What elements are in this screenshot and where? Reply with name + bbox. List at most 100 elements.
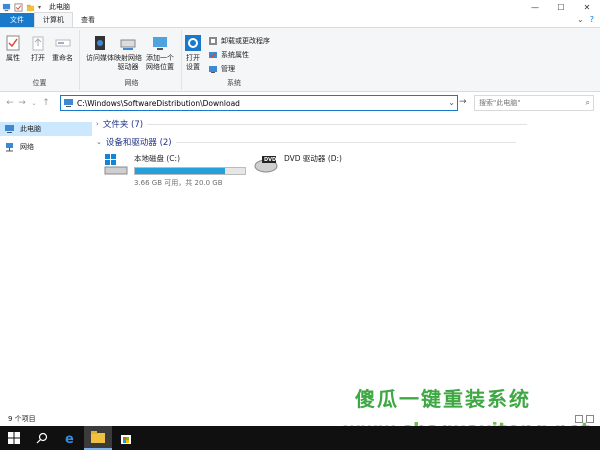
up-arrow-icon[interactable]: ↑	[40, 98, 52, 108]
add-network-location-button[interactable]: 添加一个 网络位置	[146, 34, 174, 72]
nav-item-network[interactable]: 网络	[0, 140, 92, 154]
nav-item-label: 网络	[20, 143, 34, 151]
window-title: 此电脑	[49, 3, 71, 11]
uninstall-icon	[209, 37, 217, 45]
uninstall-label: 卸载或更改程序	[221, 37, 270, 45]
drive-c-usage-bar	[134, 167, 246, 175]
folders-header-label: 文件夹 (7)	[102, 120, 144, 130]
nav-item-label: 此电脑	[20, 125, 41, 133]
computer-icon	[5, 124, 14, 133]
access-media-button[interactable]: 访问媒体	[86, 34, 114, 63]
title-bar: ▾ 此电脑 — ☐ ✕	[0, 0, 600, 14]
system-properties-label: 系统属性	[221, 51, 249, 59]
content-area: › 文件夹 (7) ⌄ 设备和驱动器 (2) 本地磁盘 (C:) 3.66 GB…	[94, 116, 600, 412]
qat-dropdown-icon[interactable]: ▾	[38, 4, 41, 11]
media-icon	[95, 36, 105, 50]
manage-icon	[209, 66, 217, 73]
add-location-label: 添加一个 网络位置	[146, 54, 174, 71]
expand-ribbon-icon[interactable]: ⌄	[577, 15, 584, 24]
start-button[interactable]	[0, 426, 28, 450]
close-button[interactable]: ✕	[574, 0, 600, 14]
nav-item-this-pc[interactable]: 此电脑	[0, 122, 92, 136]
quick-access-toolbar: ▾	[0, 2, 41, 12]
system-properties-button[interactable]: 系统属性	[208, 50, 249, 60]
forward-arrow-icon[interactable]: →	[16, 98, 28, 108]
drive-c-name: 本地磁盘 (C:)	[134, 154, 180, 163]
window-controls: — ☐ ✕	[522, 0, 600, 14]
search-input[interactable]	[479, 99, 579, 107]
properties-icon	[6, 35, 20, 51]
divider	[147, 123, 528, 125]
search-box[interactable]: ⌕	[474, 95, 594, 111]
drive-c-details: 3.66 GB 可用，共 20.0 GB	[134, 179, 223, 187]
properties-check-icon[interactable]	[14, 2, 23, 12]
tab-computer[interactable]: 计算机	[34, 12, 73, 27]
navigation-pane: 此电脑 网络	[0, 116, 92, 412]
properties-label: 属性	[6, 54, 20, 62]
manage-button[interactable]: 管理	[208, 64, 235, 74]
drive-c[interactable]: 本地磁盘 (C:) 3.66 GB 可用，共 20.0 GB	[104, 152, 246, 188]
recent-chevron-down-icon[interactable]: ⌄	[28, 100, 40, 107]
go-arrow-icon[interactable]: →	[459, 97, 467, 107]
open-label: 打开	[31, 54, 45, 62]
network-icon	[6, 142, 13, 151]
rename-label: 重命名	[52, 54, 73, 62]
rename-button[interactable]: 重命名	[52, 34, 73, 63]
dvd-badge-text: DVD	[264, 157, 277, 163]
chevron-right-icon: ›	[96, 120, 99, 128]
system-properties-icon	[209, 52, 217, 58]
rename-icon	[55, 39, 70, 47]
tab-file[interactable]: 文件	[0, 13, 34, 27]
svg-text:e: e	[65, 432, 74, 445]
store-bag-icon	[121, 435, 131, 444]
open-icon	[32, 36, 44, 51]
drive-d-name: DVD 驱动器 (D:)	[284, 154, 342, 163]
group-system: 打开 设置 卸载或更改程序 系统属性 管理 系统	[184, 30, 284, 90]
address-input[interactable]	[77, 98, 447, 108]
settings-gear-icon	[185, 35, 201, 51]
computer-icon	[64, 98, 73, 107]
devices-header-label: 设备和驱动器 (2)	[105, 138, 172, 148]
computer-icon[interactable]	[2, 3, 11, 12]
search-taskbar-button[interactable]	[28, 426, 56, 450]
group-network: 访问媒体 映射网络 驱动器 添加一个 网络位置 网络	[82, 30, 182, 90]
open-settings-label: 打开 设置	[186, 54, 200, 71]
group-header-devices[interactable]: ⌄ 设备和驱动器 (2)	[96, 136, 516, 148]
group-label-network: 网络	[124, 79, 139, 87]
address-dropdown-icon[interactable]: ⌄	[448, 98, 455, 107]
store-button[interactable]	[112, 426, 140, 450]
group-label-system: 系统	[227, 79, 241, 87]
uninstall-button[interactable]: 卸载或更改程序	[208, 36, 270, 46]
maximize-button[interactable]: ☐	[548, 0, 574, 14]
map-drive-label: 映射网络 驱动器	[114, 54, 142, 71]
properties-button[interactable]: 属性	[4, 34, 22, 63]
network-location-icon	[153, 37, 167, 50]
group-header-folders[interactable]: › 文件夹 (7)	[96, 118, 528, 130]
drive-d[interactable]: DVD DVD 驱动器 (D:)	[254, 152, 342, 176]
taskbar: e	[0, 426, 600, 450]
help-icon[interactable]: ?	[590, 15, 594, 24]
map-drive-button[interactable]: 映射网络 驱动器	[114, 34, 142, 72]
divider	[175, 141, 516, 143]
minimize-button[interactable]: —	[522, 0, 548, 14]
address-row: ← → ⌄ ↑ ⌄ → ⌕	[0, 92, 600, 114]
network-drive-icon	[120, 39, 136, 50]
drive-c-usage-fill	[135, 168, 225, 174]
search-icon[interactable]: ⌕	[586, 98, 590, 108]
group-location: 属性 打开 重命名 位置	[0, 30, 80, 90]
open-button[interactable]: 打开	[29, 34, 47, 63]
windows-logo-icon	[8, 432, 20, 444]
file-explorer-button[interactable]	[84, 426, 112, 450]
back-arrow-icon[interactable]: ←	[4, 98, 16, 108]
new-folder-icon[interactable]	[26, 3, 35, 12]
address-bar[interactable]: ⌄	[60, 95, 458, 111]
edge-button[interactable]: e	[56, 426, 84, 450]
item-count: 9 个项目	[8, 415, 36, 423]
open-settings-button[interactable]: 打开 设置	[184, 34, 202, 72]
local-disk-icon	[104, 154, 128, 175]
dvd-drive-icon	[254, 156, 278, 173]
folder-icon	[91, 431, 105, 443]
access-media-label: 访问媒体	[86, 54, 114, 62]
tab-view[interactable]: 查看	[73, 13, 103, 27]
edge-icon: e	[65, 432, 74, 445]
